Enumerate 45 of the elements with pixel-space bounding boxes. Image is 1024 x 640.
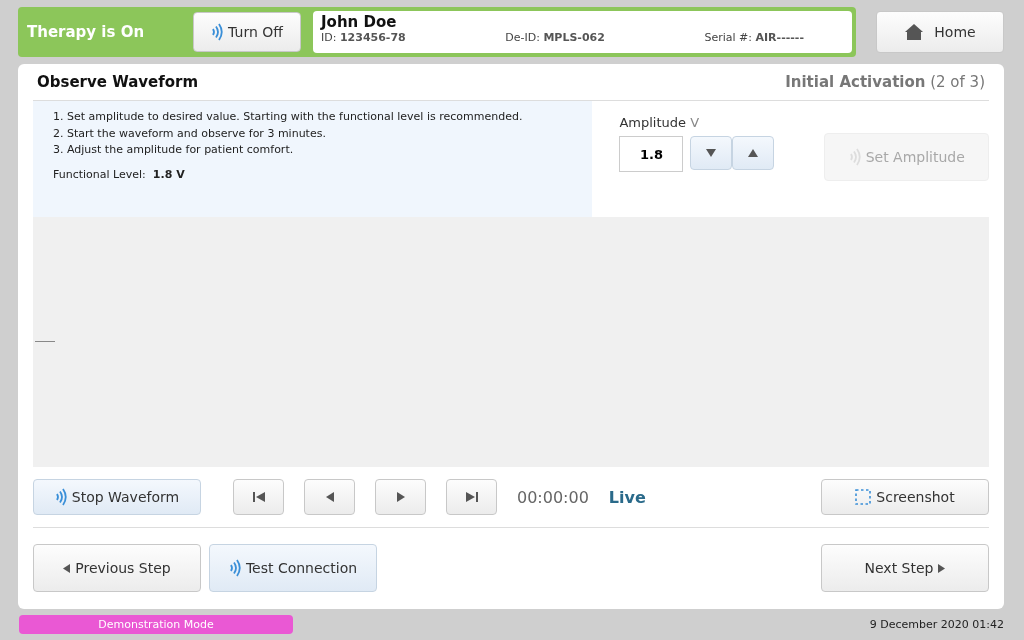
skip-end-button[interactable] (446, 479, 497, 515)
home-icon (904, 23, 925, 41)
functional-level: Functional Level: 1.8 V (53, 166, 186, 183)
skip-end-icon (465, 492, 478, 502)
up-triangle-icon (748, 149, 759, 157)
instruction-text: 2. Start the waveform and observe for 3 minutes. (53, 125, 327, 142)
signal-waves-icon (848, 148, 861, 166)
stage-title: Initial Activation (2 of 3) (785, 73, 985, 91)
skip-start-icon (252, 492, 265, 502)
dotted-square-icon (855, 489, 872, 505)
signal-waves-icon (211, 23, 224, 41)
increase-button[interactable] (732, 136, 775, 170)
right-triangle-icon (938, 563, 946, 573)
live-indicator: Live (608, 487, 646, 507)
skip-start-button[interactable] (233, 479, 284, 515)
therapy-status: Therapy is On (27, 23, 146, 41)
demonstration-mode-banner: Demonstration Mode (19, 614, 293, 634)
home-button[interactable]: Home (876, 11, 1004, 53)
patient-name: John Doe (321, 13, 398, 31)
down-triangle-icon (706, 149, 717, 157)
signal-waves-icon (54, 488, 67, 506)
patient-field: ID: 123456-78 (321, 31, 406, 44)
instruction-text: 3. Adjust the amplitude for patient comfort. (53, 142, 295, 158)
playback-time: 00:00:00 (517, 487, 589, 507)
stop-waveform-button[interactable]: Stop Waveform (33, 479, 201, 515)
signal-waves-icon (228, 559, 241, 577)
amplitude-field[interactable]: 1.8 (619, 136, 684, 172)
trace-line (35, 341, 55, 342)
next-step-button[interactable]: Next Step (821, 544, 989, 592)
turn-off-button[interactable]: Turn Off (193, 12, 301, 52)
step-back-button[interactable] (304, 479, 355, 515)
instruction-text: 1. Set amplitude to desired value. Starting with the functional level is recommended. (53, 109, 524, 125)
left-triangle-icon (63, 563, 71, 573)
test-connection-button[interactable]: Test Connection (209, 544, 377, 592)
amplitude-label: Amplitude V (619, 115, 701, 130)
date-time: 9 December 2020 01:42 (869, 617, 1004, 631)
panel-title: Observe Waveform (37, 73, 199, 91)
decrease-button[interactable] (690, 136, 733, 170)
play-button[interactable] (375, 479, 426, 515)
screenshot-button[interactable]: Screenshot (821, 479, 989, 515)
patient-field: Serial #: AIR------ (704, 31, 804, 44)
left-triangle-icon (325, 492, 334, 502)
patient-field: De-ID: MPLS-062 (505, 31, 605, 44)
previous-step-button[interactable]: Previous Step (33, 544, 201, 592)
play-icon (396, 492, 405, 502)
